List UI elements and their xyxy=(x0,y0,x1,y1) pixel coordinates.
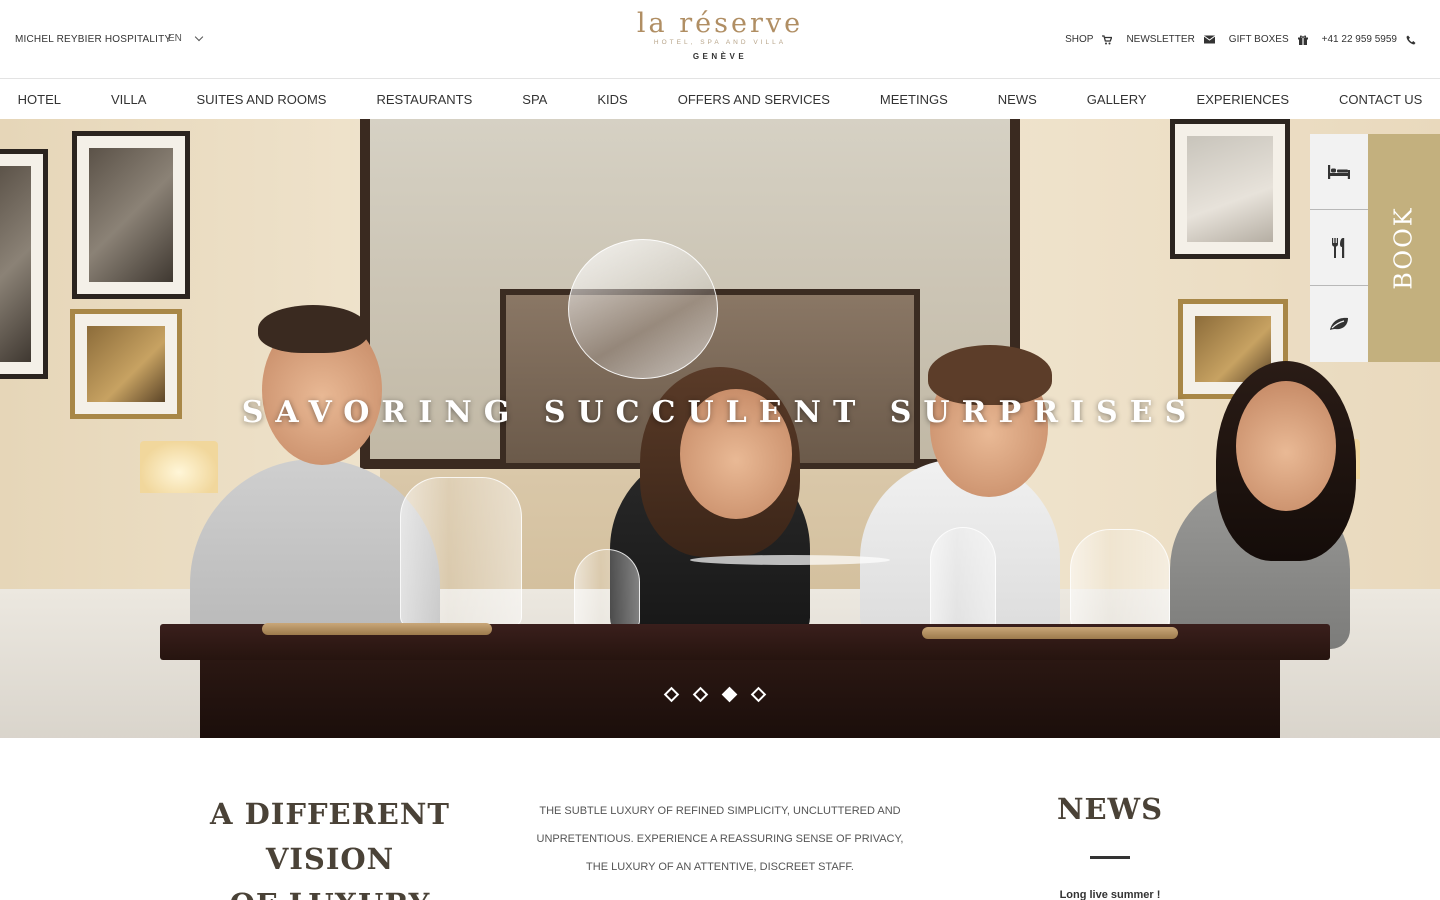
language-label: EN xyxy=(168,33,182,44)
cutlery-icon xyxy=(1332,237,1345,258)
utility-links: SHOP NEWSLETTER GIFT BOXES +41 22 959 59… xyxy=(1065,34,1416,45)
gift-boxes-link[interactable]: GIFT BOXES xyxy=(1229,34,1308,45)
intro-text-line-1: THE SUBTLE LUXURY OF REFINED SIMPLICITY,… xyxy=(539,805,901,817)
top-bar: MICHEL REYBIER HOSPITALITY EN la réserve… xyxy=(0,0,1440,79)
news-item-link[interactable]: Long live summer ! xyxy=(1010,889,1210,900)
nav-item-villa[interactable]: VILLA xyxy=(86,92,171,107)
book-room-button[interactable] xyxy=(1310,134,1368,210)
hero-picture-frame xyxy=(1170,119,1290,259)
nav-item-suites-and-rooms[interactable]: SUITES AND ROOMS xyxy=(171,92,351,107)
hero-slideshow: SAVORING SUCCULENT SURPRISES xyxy=(0,119,1440,738)
intro-heading-line-1: A DIFFERENT VISION xyxy=(210,797,450,876)
intro-text: THE SUBTLE LUXURY OF REFINED SIMPLICITY,… xyxy=(530,797,910,881)
nav-item-offers-and-services[interactable]: OFFERS AND SERVICES xyxy=(653,92,855,107)
intro-heading: A DIFFERENT VISION OF LUXURY xyxy=(150,792,510,900)
nav-item-contact-us[interactable]: CONTACT US xyxy=(1314,92,1440,107)
site-logo[interactable]: la réserve HOTEL, SPA AND VILLA GENÈVE xyxy=(620,8,820,61)
newsletter-link[interactable]: NEWSLETTER xyxy=(1126,34,1215,45)
nav-item-kids[interactable]: KIDS xyxy=(572,92,652,107)
shop-label: SHOP xyxy=(1065,34,1094,45)
book-button[interactable]: BOOK xyxy=(1368,134,1440,362)
slide-indicators xyxy=(663,686,767,703)
hero-sugar-jar xyxy=(1070,529,1170,629)
gift-icon xyxy=(1297,35,1308,45)
main-navigation: HOTEL VILLA SUITES AND ROOMS RESTAURANTS… xyxy=(0,80,1440,119)
logo-tagline: HOTEL, SPA AND VILLA xyxy=(653,39,787,46)
group-link[interactable]: MICHEL REYBIER HOSPITALITY xyxy=(15,34,171,45)
hero-person-man-hair xyxy=(258,305,368,353)
bed-icon xyxy=(1328,164,1350,179)
news-divider xyxy=(1090,856,1130,859)
cart-icon xyxy=(1102,34,1113,44)
nav-item-hotel[interactable]: HOTEL xyxy=(0,92,86,107)
slide-dot-2[interactable] xyxy=(692,686,709,703)
news-heading: NEWS xyxy=(1056,792,1164,826)
book-label: BOOK xyxy=(1390,206,1418,290)
logo-wordmark: la réserve xyxy=(636,8,804,39)
leaf-icon xyxy=(1330,317,1348,330)
slide-dot-1[interactable] xyxy=(663,686,680,703)
slide-dot-4[interactable] xyxy=(750,686,767,703)
hero-glass-cloche xyxy=(568,239,718,379)
nav-item-restaurants[interactable]: RESTAURANTS xyxy=(351,92,497,107)
envelope-icon xyxy=(1203,35,1215,44)
booking-category-list xyxy=(1310,134,1368,362)
hero-tray xyxy=(922,627,1178,639)
hero-picture-frame xyxy=(72,131,190,299)
newsletter-label: NEWSLETTER xyxy=(1126,34,1195,45)
intro-heading-line-2: OF LUXURY xyxy=(230,887,431,900)
hero-picture-frame xyxy=(0,149,48,379)
hero-macaron-jar xyxy=(930,527,996,631)
intro-text-line-2: UNPRETENTIOUS. EXPERIENCE A REASSURING S… xyxy=(536,833,904,845)
phone-number: +41 22 959 5959 xyxy=(1321,34,1397,45)
nav-item-gallery[interactable]: GALLERY xyxy=(1062,92,1172,107)
logo-city: GENÈVE xyxy=(692,52,748,61)
intro-text-line-3: THE LUXURY OF AN ATTENTIVE, DISCREET STA… xyxy=(586,861,854,873)
gift-boxes-label: GIFT BOXES xyxy=(1228,34,1289,45)
nav-item-meetings[interactable]: MEETINGS xyxy=(855,92,973,107)
nav-item-experiences[interactable]: EXPERIENCES xyxy=(1172,92,1314,107)
hero-glass-dome xyxy=(400,477,522,627)
nav-item-news[interactable]: NEWS xyxy=(973,92,1062,107)
book-restaurant-button[interactable] xyxy=(1310,210,1368,286)
phone-link[interactable]: +41 22 959 5959 xyxy=(1322,34,1416,45)
book-spa-button[interactable] xyxy=(1310,286,1368,362)
booking-widget: BOOK xyxy=(1310,134,1440,362)
hero-cookie-jar xyxy=(574,549,640,629)
slide-dot-3[interactable] xyxy=(721,686,738,703)
hero-title: SAVORING SUCCULENT SURPRISES xyxy=(241,395,1199,430)
hero-cake-stand xyxy=(690,555,890,565)
hero-lamp xyxy=(140,441,218,493)
shop-link[interactable]: SHOP xyxy=(1065,34,1113,45)
nav-item-spa[interactable]: SPA xyxy=(497,92,572,107)
chevron-down-icon xyxy=(194,32,204,42)
language-selector[interactable]: EN xyxy=(168,32,204,44)
phone-icon xyxy=(1406,35,1416,44)
hero-tray xyxy=(262,623,492,635)
